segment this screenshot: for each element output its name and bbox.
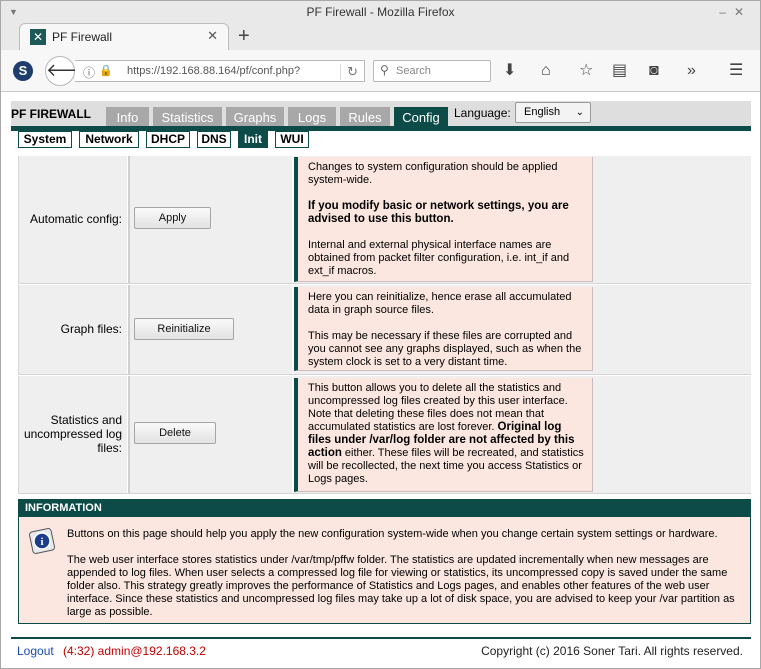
info-icon: i — [29, 528, 55, 554]
footer: Logout (4:32) admin@192.168.3.2 Copyrigh… — [11, 637, 751, 661]
url-text[interactable]: https://192.168.88.164/pf/conf.php? — [127, 65, 300, 77]
logout-link[interactable]: Logout — [17, 644, 54, 658]
menu-tab-statistics[interactable]: Statistics — [153, 107, 224, 128]
subtab-init[interactable]: Init — [238, 131, 268, 148]
new-tab-icon[interactable]: + — [238, 25, 250, 47]
help-text: Internal and external physical interface… — [308, 239, 570, 277]
reinitialize-button[interactable]: Reinitialize — [134, 318, 234, 340]
info-circle-icon[interactable]: ⓘ — [83, 64, 95, 81]
help-text: This may be necessary if these files are… — [308, 330, 582, 368]
tab-strip: ✕ PF Firewall ✕ + — [1, 23, 760, 51]
download-icon[interactable]: ⬇ — [503, 61, 516, 81]
svg-text:i: i — [40, 536, 43, 548]
session-info: (4:32) admin@192.168.3.2 — [63, 644, 206, 658]
page-content: PF FIREWALL Info Statistics Graphs Logs … — [11, 101, 751, 153]
information-panel: INFORMATION i Buttons on this page shoul… — [18, 499, 751, 624]
addon-s-icon[interactable]: S — [13, 61, 33, 81]
nav-bar: S 🡐 ⓘ 🔒 https://192.168.88.164/pf/conf.p… — [1, 50, 760, 92]
config-table: Automatic config: Apply Changes to syste… — [18, 156, 751, 494]
help-text: either. These files will be recreated, a… — [308, 447, 584, 485]
row-label-cell: Statistics and uncompressed log files: — [18, 376, 127, 493]
brand-title: PF FIREWALL — [11, 107, 91, 121]
row-label-cell: Graph files: — [18, 285, 127, 374]
pocket-icon[interactable]: ◙ — [649, 61, 659, 81]
menu-tab-graphs[interactable]: Graphs — [226, 107, 286, 128]
language-value: English — [524, 106, 561, 118]
config-row-statistics: Statistics and uncompressed log files: D… — [18, 376, 751, 494]
help-text: Here you can reinitialize, hence erase a… — [308, 291, 572, 316]
reload-icon[interactable]: ↻ — [340, 64, 358, 80]
row-help-cell: This button allows you to delete all the… — [294, 376, 751, 493]
row-label-multiline: Statistics and uncompressed log files: — [23, 413, 122, 455]
menu-tab-config[interactable]: Config — [394, 107, 450, 128]
back-arrow-icon[interactable]: 🡐 — [45, 56, 94, 86]
reading-list-icon[interactable]: ▤ — [612, 61, 627, 81]
row-button-cell: Reinitialize — [128, 285, 292, 374]
subtab-wui[interactable]: WUI — [275, 131, 309, 148]
browser-window: ▼ PF Firewall - Mozilla Firefox –✕ ✕ PF … — [0, 0, 761, 669]
window-menu-icon[interactable]: ▼ — [9, 1, 18, 23]
row-help-cell: Changes to system configuration should b… — [294, 156, 751, 283]
config-row-automatic: Automatic config: Apply Changes to syste… — [18, 156, 751, 284]
row-label-cell: Automatic config: — [18, 156, 127, 283]
url-bar[interactable]: ⓘ 🔒 https://192.168.88.164/pf/conf.php? … — [75, 60, 365, 82]
information-text: Buttons on this page should help you app… — [67, 528, 747, 632]
help-text: Changes to system configuration should b… — [308, 161, 558, 186]
menu-tab-info[interactable]: Info — [106, 107, 151, 128]
subtab-dns[interactable]: DNS — [197, 131, 231, 148]
home-icon[interactable]: ⌂ — [541, 61, 551, 81]
delete-button[interactable]: Delete — [134, 422, 216, 444]
search-input[interactable]: ⚲ Search — [373, 60, 491, 82]
subtab-dhcp[interactable]: DHCP — [146, 131, 190, 148]
chevron-down-icon: ⌄ — [575, 107, 584, 118]
apply-button[interactable]: Apply — [134, 207, 211, 229]
language-label: Language: — [454, 106, 511, 120]
close-tab-icon[interactable]: ✕ — [207, 28, 218, 44]
help-box: Changes to system configuration should b… — [294, 157, 593, 282]
search-placeholder: Search — [396, 65, 431, 77]
row-label: Graph files: — [60, 322, 122, 336]
row-help-cell: Here you can reinitialize, hence erase a… — [294, 285, 751, 374]
favicon-icon: ✕ — [30, 29, 46, 45]
window-controls[interactable]: –✕ — [719, 1, 752, 23]
copyright: Copyright (c) 2016 Soner Tari. All right… — [481, 644, 743, 658]
config-row-graph-files: Graph files: Reinitialize Here you can r… — [18, 285, 751, 375]
hamburger-menu-icon[interactable]: ☰ — [729, 61, 743, 81]
tab-title: PF Firewall — [52, 30, 113, 44]
subtab-system[interactable]: System — [18, 131, 72, 148]
search-icon: ⚲ — [380, 63, 389, 77]
help-text-bold: If you modify basic or network settings,… — [308, 200, 569, 225]
subtab-network[interactable]: Network — [79, 131, 139, 148]
help-box: This button allows you to delete all the… — [294, 378, 593, 492]
language-select[interactable]: English ⌄ — [515, 102, 591, 123]
window-title: PF Firewall - Mozilla Firefox — [306, 5, 455, 19]
overflow-chevron-icon[interactable]: » — [687, 61, 696, 81]
row-label: Automatic config: — [29, 212, 122, 226]
information-paragraph: Buttons on this page should help you app… — [67, 528, 718, 540]
sub-tabs: System Network DHCP DNS Init WUI — [11, 131, 751, 153]
information-title: INFORMATION — [19, 500, 750, 517]
information-paragraph: The web user interface stores statistics… — [67, 554, 735, 618]
menu-tab-rules[interactable]: Rules — [340, 107, 392, 128]
bookmark-star-icon[interactable]: ☆ — [579, 61, 593, 81]
insecure-lock-icon[interactable]: 🔒 — [99, 64, 113, 77]
menu-tab-logs[interactable]: Logs — [288, 107, 338, 128]
row-button-cell: Delete — [128, 376, 292, 493]
help-box: Here you can reinitialize, hence erase a… — [294, 287, 593, 371]
title-bar: ▼ PF Firewall - Mozilla Firefox –✕ — [1, 1, 760, 23]
top-menu: PF FIREWALL Info Statistics Graphs Logs … — [11, 101, 751, 131]
browser-tab[interactable]: ✕ PF Firewall ✕ — [19, 23, 229, 51]
row-button-cell: Apply — [128, 156, 292, 283]
